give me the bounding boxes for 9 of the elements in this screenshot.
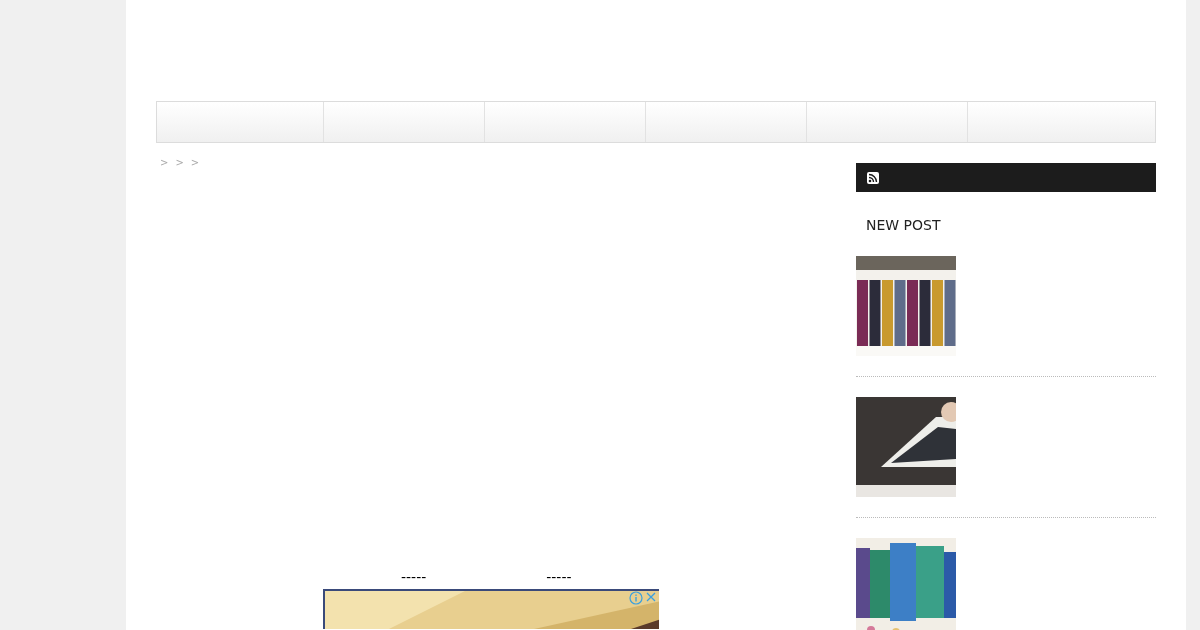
info-icon[interactable] xyxy=(629,591,643,605)
breadcrumb-separator: > xyxy=(175,156,184,170)
close-icon[interactable] xyxy=(645,591,657,603)
divider-text: ----- xyxy=(401,568,427,587)
breadcrumb-separator: > xyxy=(160,156,169,170)
rss-icon[interactable] xyxy=(867,171,879,184)
sidebar-heading: NEW POST xyxy=(866,216,942,234)
divider-text: ----- xyxy=(546,568,572,587)
breadcrumb-separator: > xyxy=(190,156,200,170)
